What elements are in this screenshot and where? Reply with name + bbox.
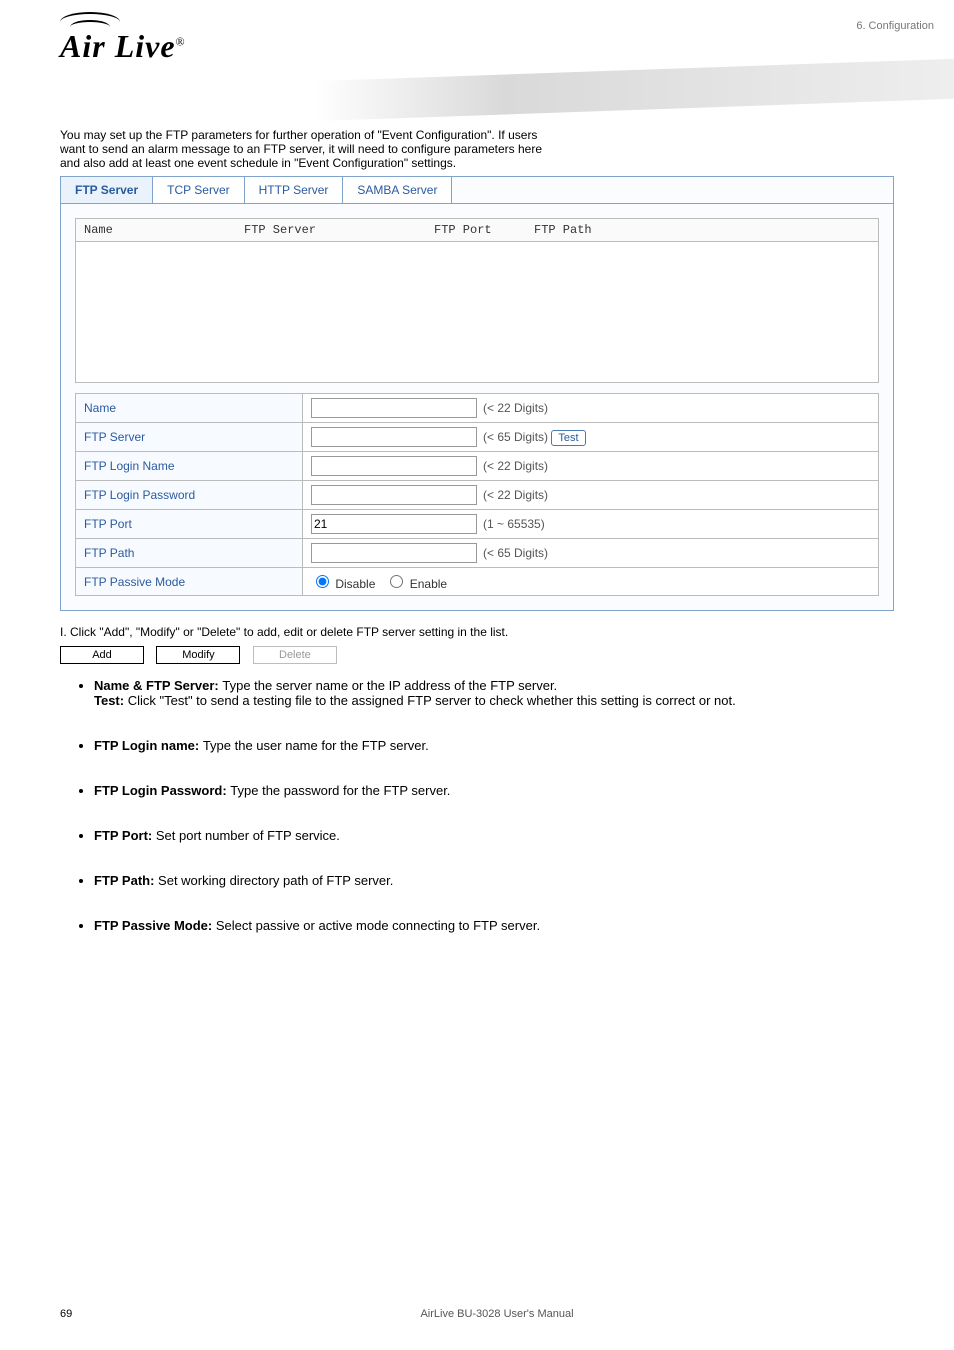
bullet-title: FTP Path: [94, 873, 158, 888]
radio-disable-text: Disable [335, 577, 375, 591]
instruction-text: I. Click "Add", "Modify" or "Delete" to … [60, 625, 894, 639]
server-hint: (< 65 Digits) [483, 430, 548, 444]
chapter-label: 6. Configuration [856, 20, 934, 32]
bullet-body: Select passive or active mode connecting… [216, 918, 540, 933]
list-header: Name FTP Server FTP Port FTP Path [75, 218, 879, 242]
tab-http-server[interactable]: HTTP Server [245, 177, 344, 203]
footer: 69 AirLive BU-3028 User's Manual [0, 1308, 954, 1320]
tab-bar: FTP Server TCP Server HTTP Server SAMBA … [61, 177, 893, 204]
button-row: Add Modify Delete [60, 645, 894, 664]
list-item: FTP Port: Set port number of FTP service… [94, 828, 894, 843]
col-port: FTP Port [434, 223, 534, 237]
login-password-label: FTP Login Password [76, 481, 303, 510]
bullet-body: Type the server name or the IP address o… [222, 678, 557, 693]
list-body[interactable] [75, 242, 879, 383]
bullet-title: FTP Login Password: [94, 783, 230, 798]
bullet-body: Set working directory path of FTP server… [158, 873, 393, 888]
col-path: FTP Path [534, 223, 870, 237]
radio-enable-text: Enable [410, 577, 447, 591]
name-input[interactable] [311, 398, 477, 418]
bullet-body: Set port number of FTP service. [156, 828, 340, 843]
server-input[interactable] [311, 427, 477, 447]
path-label: FTP Path [76, 539, 303, 568]
passive-mode-label: FTP Passive Mode [76, 568, 303, 596]
tab-samba-server[interactable]: SAMBA Server [343, 177, 452, 203]
intro-text: You may set up the FTP parameters for fu… [60, 128, 894, 170]
name-hint: (< 22 Digits) [483, 401, 548, 415]
bullet-title: Test: [94, 693, 128, 708]
bullet-title: Name & FTP Server: [94, 678, 222, 693]
server-label: FTP Server [76, 423, 303, 452]
test-button[interactable]: Test [551, 430, 585, 446]
tab-tcp-server[interactable]: TCP Server [153, 177, 244, 203]
radio-enable[interactable] [390, 575, 403, 588]
port-hint: (1 ~ 65535) [483, 517, 545, 531]
logo: Air Live® [60, 18, 954, 65]
tab-ftp-server[interactable]: FTP Server [61, 177, 153, 203]
radio-disable[interactable] [316, 575, 329, 588]
bullet-title: FTP Login name: [94, 738, 203, 753]
add-button[interactable]: Add [60, 646, 144, 664]
intro-line-3: and also add at least one event schedule… [60, 156, 456, 170]
modify-button[interactable]: Modify [156, 646, 240, 664]
col-server: FTP Server [244, 223, 434, 237]
name-label: Name [76, 394, 303, 423]
bullet-title: FTP Passive Mode: [94, 918, 216, 933]
port-input[interactable] [311, 514, 477, 534]
page-number: 69 [60, 1308, 100, 1320]
delete-button: Delete [253, 646, 337, 664]
port-label: FTP Port [76, 510, 303, 539]
intro-line-1: You may set up the FTP parameters for fu… [60, 128, 537, 142]
radio-disable-label[interactable]: Disable [311, 577, 375, 591]
list-item: FTP Path: Set working directory path of … [94, 873, 894, 888]
login-name-input[interactable] [311, 456, 477, 476]
path-hint: (< 65 Digits) [483, 546, 548, 560]
bullet-title: FTP Port: [94, 828, 156, 843]
intro-line-2: want to send an alarm message to an FTP … [60, 142, 542, 156]
pwd-hint: (< 22 Digits) [483, 488, 548, 502]
login-hint: (< 22 Digits) [483, 459, 548, 473]
bullet-body: Type the user name for the FTP server. [203, 738, 429, 753]
config-screenshot: FTP Server TCP Server HTTP Server SAMBA … [60, 176, 894, 611]
list-item: FTP Login Password: Type the password fo… [94, 783, 894, 798]
list-item: FTP Passive Mode: Select passive or acti… [94, 918, 894, 933]
list-item: Name & FTP Server: Type the server name … [94, 678, 894, 708]
login-name-label: FTP Login Name [76, 452, 303, 481]
header-swoosh [314, 59, 954, 121]
bullet-list: Name & FTP Server: Type the server name … [60, 678, 894, 933]
login-password-input[interactable] [311, 485, 477, 505]
list-item: FTP Login name: Type the user name for t… [94, 738, 894, 753]
path-input[interactable] [311, 543, 477, 563]
logo-reg: ® [176, 34, 186, 48]
bullet-body: Click "Test" to send a testing file to t… [128, 693, 736, 708]
bullet-body: Type the password for the FTP server. [230, 783, 450, 798]
radio-enable-label[interactable]: Enable [385, 577, 447, 591]
footer-text: AirLive BU-3028 User's Manual [100, 1308, 894, 1320]
col-name: Name [84, 223, 244, 237]
ftp-form-table: Name (< 22 Digits) FTP Server (< 65 Digi… [75, 393, 879, 596]
